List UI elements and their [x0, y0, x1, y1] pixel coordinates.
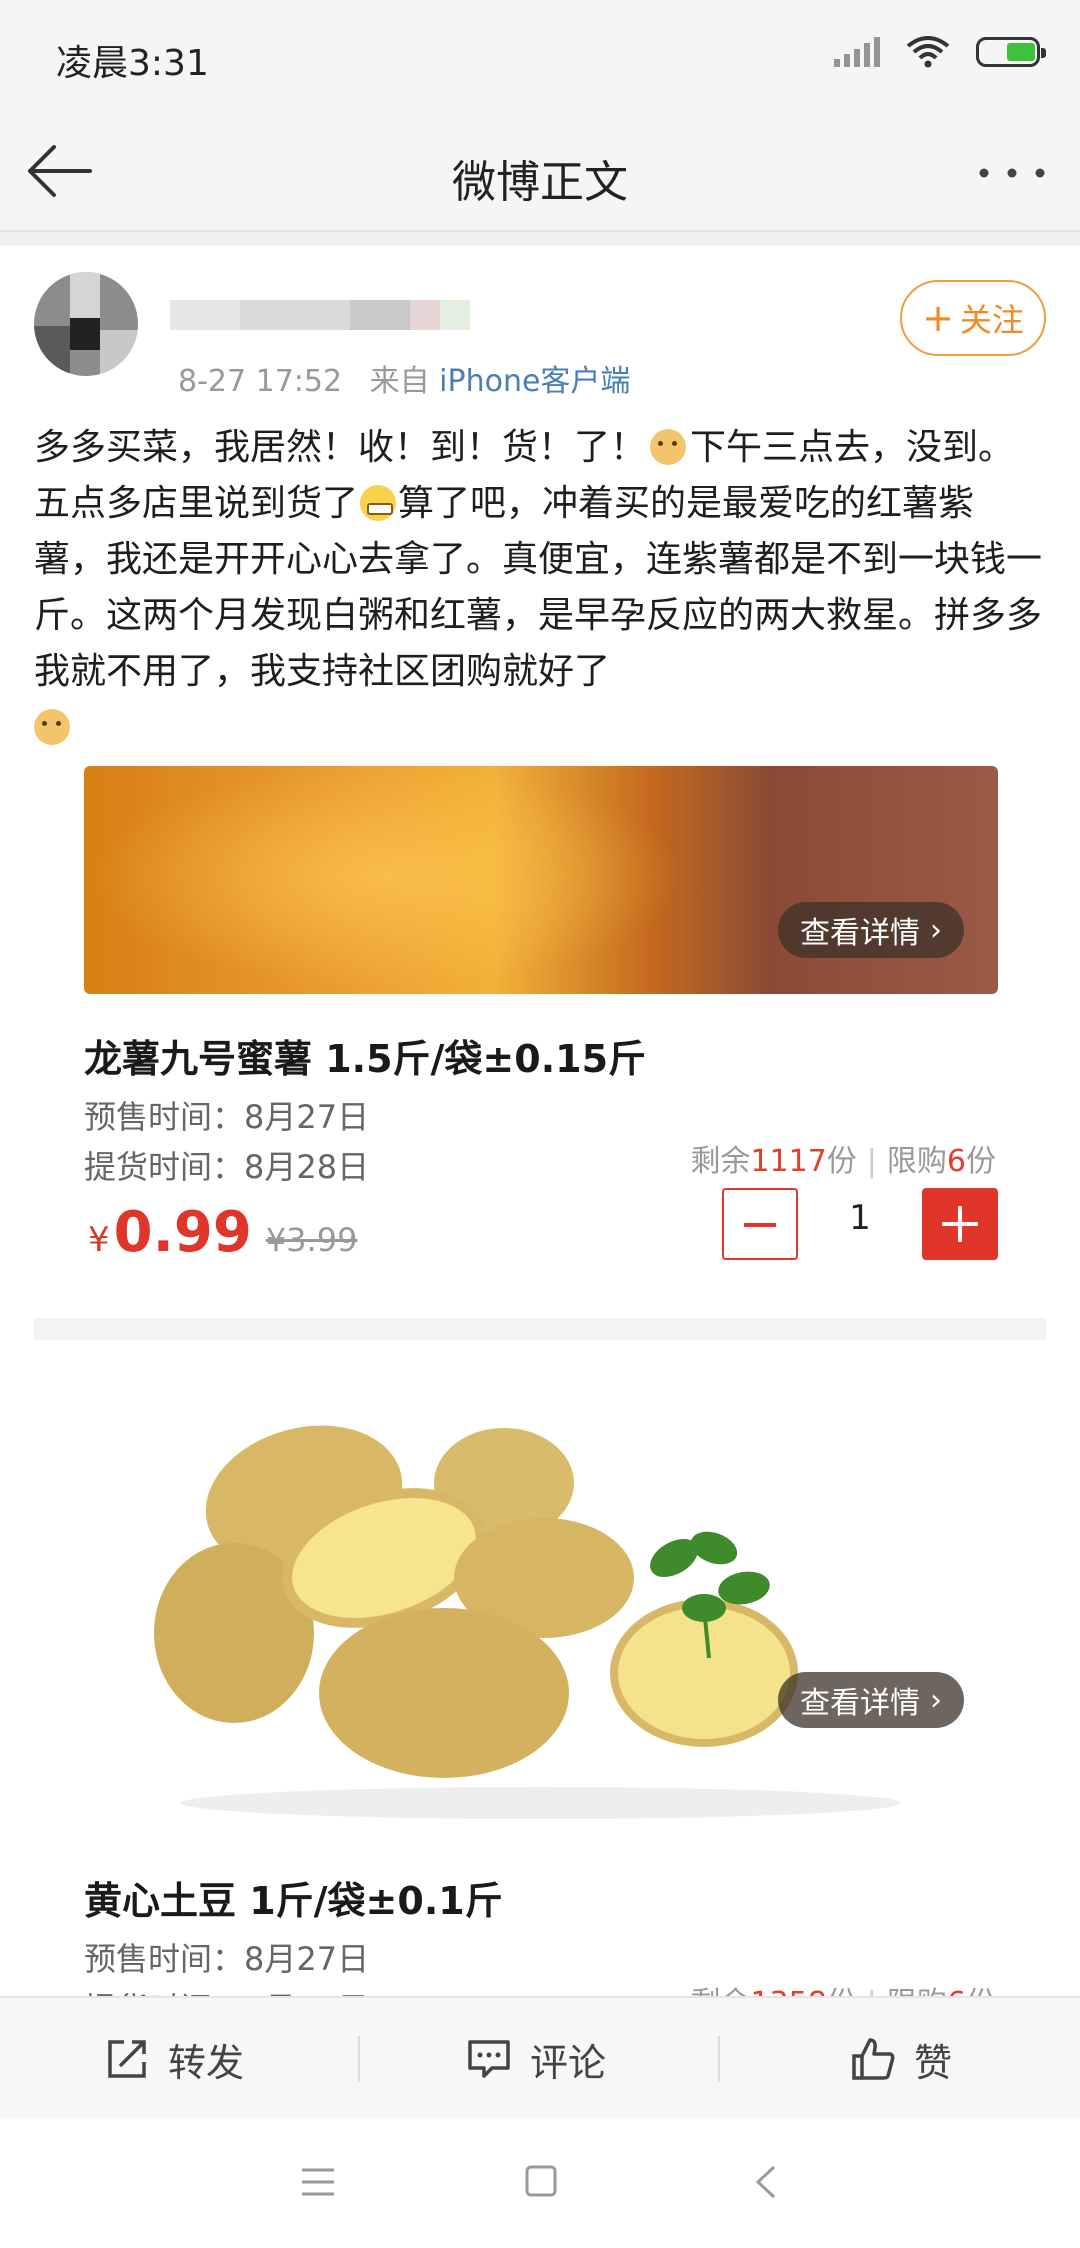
view-details-button[interactable]: 查看详情 › [778, 902, 964, 958]
doge-emoji-icon [34, 709, 70, 745]
action-bar: 转发 评论 赞 [0, 1996, 1080, 2120]
username-blurred[interactable] [170, 292, 470, 336]
post-time: 8-27 17:52 [178, 364, 343, 399]
menu-icon[interactable] [300, 2166, 336, 2198]
post-body: 多多买菜，我居然！收！到！货！了！ 下午三点去，没到。五点多店里说到货了 算了吧，冲… [34, 420, 1046, 756]
like-label: 赞 [914, 2040, 953, 2085]
more-icon[interactable] [972, 148, 1052, 198]
action-divider [718, 2036, 720, 2082]
wifi-icon [906, 36, 950, 68]
post-text-1: 多多买菜，我居然！收！到！货！了！ [34, 427, 647, 468]
home-icon[interactable] [524, 2164, 558, 2198]
product-image-sweet-potato[interactable]: 查看详情 › [84, 766, 998, 994]
pickup-time: 提货时间：8月28日 [84, 1148, 370, 1186]
post-meta: 8-27 17:52 来自 iPhone客户端 [178, 356, 630, 400]
comment-button[interactable]: 评论 [466, 1998, 606, 2120]
stock-info: 剩余1117份 | 限购6份 [690, 1136, 996, 1180]
like-icon [852, 2038, 895, 2080]
stock-label: 剩余 [690, 1144, 751, 1179]
comment-label: 评论 [530, 2040, 607, 2085]
section-separator [34, 1318, 1046, 1340]
back-arrow-icon[interactable] [20, 136, 100, 206]
price-currency: ¥ [88, 1220, 110, 1260]
follow-label: 关注 [959, 301, 1024, 339]
status-bar: 凌晨3:31 [0, 0, 1080, 110]
limit-unit: 份 [966, 1144, 996, 1179]
presale-time: 预售时间：8月27日 [84, 1098, 370, 1136]
view-details-button[interactable]: 查看详情 › [778, 1672, 964, 1728]
presale-time: 预售时间：8月27日 [84, 1940, 370, 1978]
header-divider [0, 232, 1080, 246]
grin-emoji-icon [360, 485, 397, 521]
product-image-potato[interactable]: 查看详情 › [84, 1408, 998, 1828]
comment-icon [468, 2040, 510, 2078]
repost-button[interactable]: 转发 [104, 1998, 244, 2120]
plus-icon: + [922, 296, 954, 340]
post-source-link[interactable]: iPhone客户端 [439, 364, 630, 399]
stock-divider: | [866, 1144, 877, 1179]
original-price: ¥3.99 [265, 1221, 358, 1259]
chevron-right-icon: › [930, 912, 942, 948]
limit-label: 限购 [886, 1144, 947, 1179]
potato-illustration [154, 1425, 901, 1819]
back-icon[interactable] [752, 2164, 778, 2200]
view-details-label: 查看详情 [800, 1686, 920, 1721]
doge-emoji-icon [650, 429, 687, 465]
like-button[interactable]: 赞 [850, 1998, 952, 2120]
product-name[interactable]: 黄心土豆 1斤/袋±0.1斤 [84, 1870, 503, 1925]
status-time: 凌晨3:31 [56, 43, 209, 84]
stock-count: 1117 [750, 1144, 827, 1179]
quantity-increase-button[interactable] [922, 1188, 998, 1260]
chevron-right-icon: › [930, 1682, 942, 1718]
price: ¥0.99 ¥3.99 [88, 1200, 357, 1265]
follow-button[interactable]: + 关注 [900, 280, 1046, 356]
signal-icon [834, 37, 880, 67]
product-name[interactable]: 龙薯九号蜜薯 1.5斤/袋±0.15斤 [84, 1028, 646, 1083]
stock-unit: 份 [826, 1144, 857, 1179]
action-divider [358, 2036, 360, 2082]
price-value: 0.99 [113, 1200, 252, 1265]
nav-bar: 微博正文 [0, 110, 1080, 232]
page-title: 微博正文 [452, 157, 628, 208]
limit-count: 6 [946, 1144, 966, 1179]
battery-icon [976, 37, 1046, 67]
post-from-label: 来自 [369, 364, 430, 399]
status-icons [834, 36, 1046, 68]
quantity-decrease-button[interactable] [722, 1188, 798, 1260]
view-details-label: 查看详情 [800, 916, 920, 951]
system-nav-bar [0, 2118, 1080, 2248]
repost-label: 转发 [168, 2040, 245, 2085]
avatar[interactable] [34, 272, 138, 376]
quantity-value: 1 [849, 1198, 871, 1238]
repost-icon [108, 2040, 146, 2078]
